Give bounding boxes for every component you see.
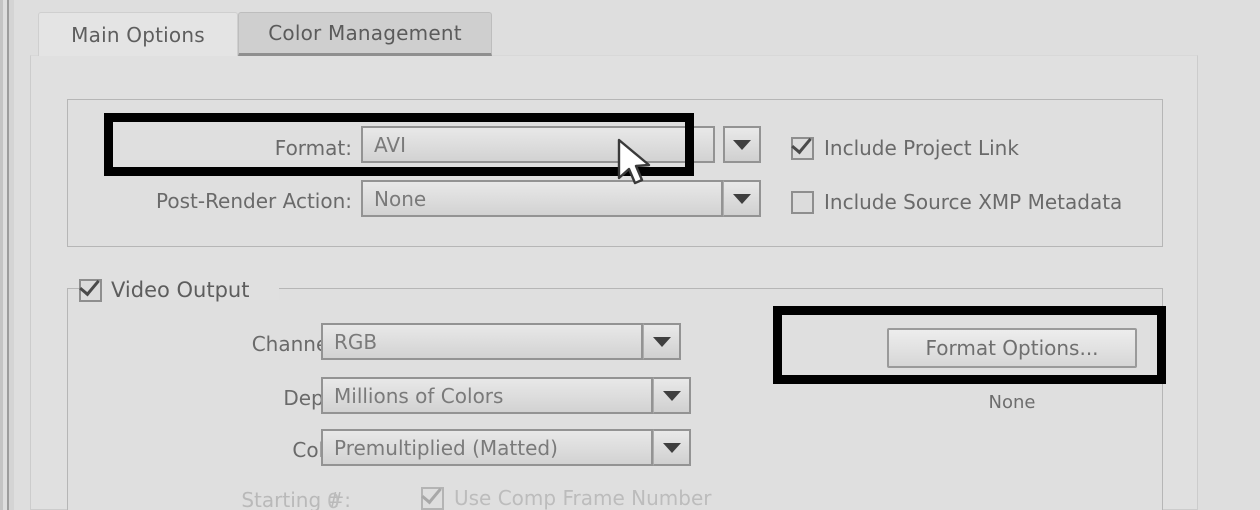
output-module-settings-window: Main Options Color Management Format: AV…: [0, 0, 1260, 510]
format-options-status: None: [842, 392, 1182, 413]
color-label: Color:: [141, 438, 351, 462]
format-dropdown-value: AVI: [361, 126, 715, 163]
tab-main-options-label: Main Options: [71, 23, 205, 47]
checkbox-indicator: [791, 191, 814, 214]
channels-dropdown-value: RGB: [321, 323, 643, 360]
window-left-chrome: [0, 0, 3, 510]
chevron-down-icon[interactable]: [643, 323, 681, 360]
tab-strip: Main Options Color Management: [30, 12, 1198, 58]
tab-color-management-label: Color Management: [268, 21, 462, 45]
depth-dropdown[interactable]: Millions of Colors: [321, 377, 691, 414]
include-project-link-checkbox[interactable]: Include Project Link: [791, 136, 1019, 160]
checkbox-indicator: [421, 487, 444, 510]
tab-content-panel: Format: AVI Post-Render Action: None Inc…: [30, 55, 1198, 510]
chevron-down-icon[interactable]: [723, 126, 761, 163]
checkbox-indicator: [791, 137, 814, 160]
format-options-button-label: Format Options...: [925, 336, 1098, 360]
color-dropdown[interactable]: Premultiplied (Matted): [321, 429, 691, 466]
chevron-down-icon[interactable]: [653, 429, 691, 466]
tab-color-management[interactable]: Color Management: [238, 12, 492, 56]
use-comp-frame-number-label: Use Comp Frame Number: [454, 486, 711, 510]
tab-main-options[interactable]: Main Options: [38, 12, 238, 56]
starting-number-label: Starting #:: [141, 488, 351, 510]
include-project-link-label: Include Project Link: [824, 136, 1019, 160]
window-left-inner-edge: [9, 0, 14, 510]
post-render-action-dropdown[interactable]: None: [361, 180, 761, 217]
post-render-action-label: Post-Render Action:: [97, 189, 352, 213]
starting-number-value: 0: [327, 489, 340, 510]
checkbox-indicator: [79, 279, 102, 302]
format-label: Format:: [137, 136, 352, 160]
chevron-down-icon[interactable]: [653, 377, 691, 414]
post-render-action-dropdown-value: None: [361, 180, 723, 217]
use-comp-frame-number-checkbox[interactable]: Use Comp Frame Number: [421, 486, 711, 510]
chevron-down-icon[interactable]: [723, 180, 761, 217]
format-dropdown[interactable]: AVI: [361, 126, 761, 163]
include-source-xmp-metadata-label: Include Source XMP Metadata: [824, 190, 1122, 214]
video-output-label: Video Output: [111, 278, 249, 302]
depth-label: Depth:: [141, 386, 351, 410]
format-options-button[interactable]: Format Options...: [887, 328, 1137, 368]
video-output-checkbox[interactable]: Video Output: [79, 278, 249, 302]
output-settings-group: [67, 99, 1163, 247]
channels-label: Channels:: [141, 332, 351, 356]
channels-dropdown[interactable]: RGB: [321, 323, 681, 360]
include-source-xmp-metadata-checkbox[interactable]: Include Source XMP Metadata: [791, 190, 1122, 214]
color-dropdown-value: Premultiplied (Matted): [321, 429, 653, 466]
depth-dropdown-value: Millions of Colors: [321, 377, 653, 414]
